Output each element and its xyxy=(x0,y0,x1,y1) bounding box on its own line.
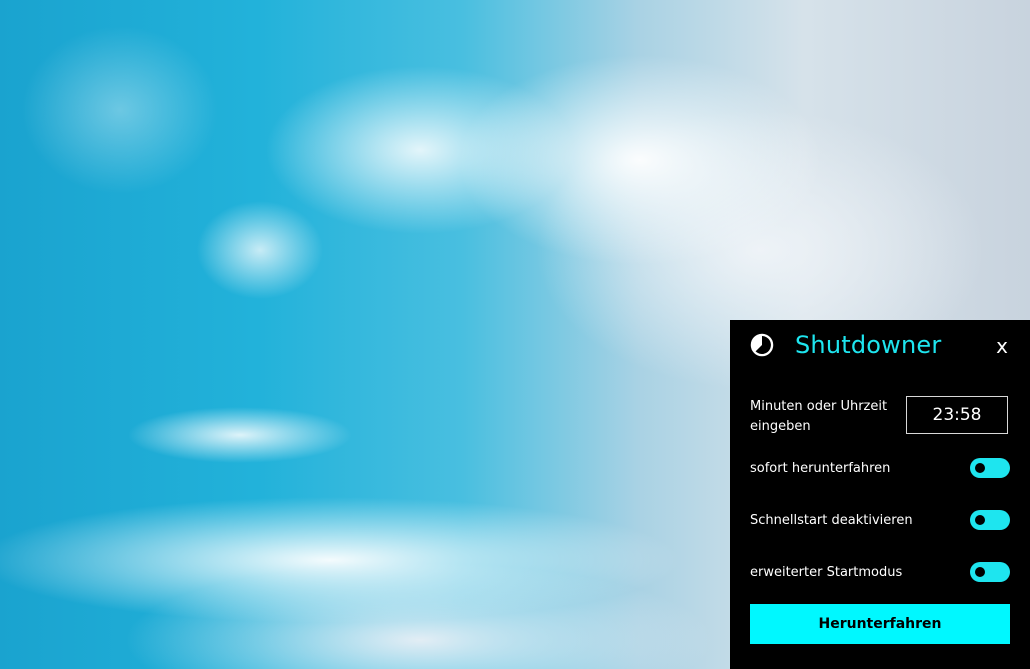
shutdown-button[interactable]: Herunterfahren xyxy=(750,604,1010,644)
toggle-knob xyxy=(975,463,985,473)
time-entry-label-line2: eingeben xyxy=(750,419,811,434)
toggle-knob xyxy=(975,567,985,577)
shutdowner-panel: Shutdowner x Minuten oder Uhrzeit eingeb… xyxy=(730,320,1030,669)
app-title: Shutdowner xyxy=(795,331,942,359)
timer-pie-icon xyxy=(750,333,774,357)
toggle-knob xyxy=(975,515,985,525)
toggle-immediate-shutdown[interactable] xyxy=(970,458,1010,478)
toggle-advanced-startup[interactable] xyxy=(970,562,1010,582)
option-label-fast-startup: Schnellstart deaktivieren xyxy=(750,513,913,528)
option-label-immediate-shutdown: sofort herunterfahren xyxy=(750,461,891,476)
toggle-fast-startup[interactable] xyxy=(970,510,1010,530)
time-entry-label-line1: Minuten oder Uhrzeit xyxy=(750,399,888,414)
time-input[interactable] xyxy=(906,396,1008,434)
close-button[interactable]: x xyxy=(990,334,1014,358)
time-entry-label: Minuten oder Uhrzeit eingeben xyxy=(750,397,887,437)
option-label-advanced-startup: erweiterter Startmodus xyxy=(750,565,903,580)
